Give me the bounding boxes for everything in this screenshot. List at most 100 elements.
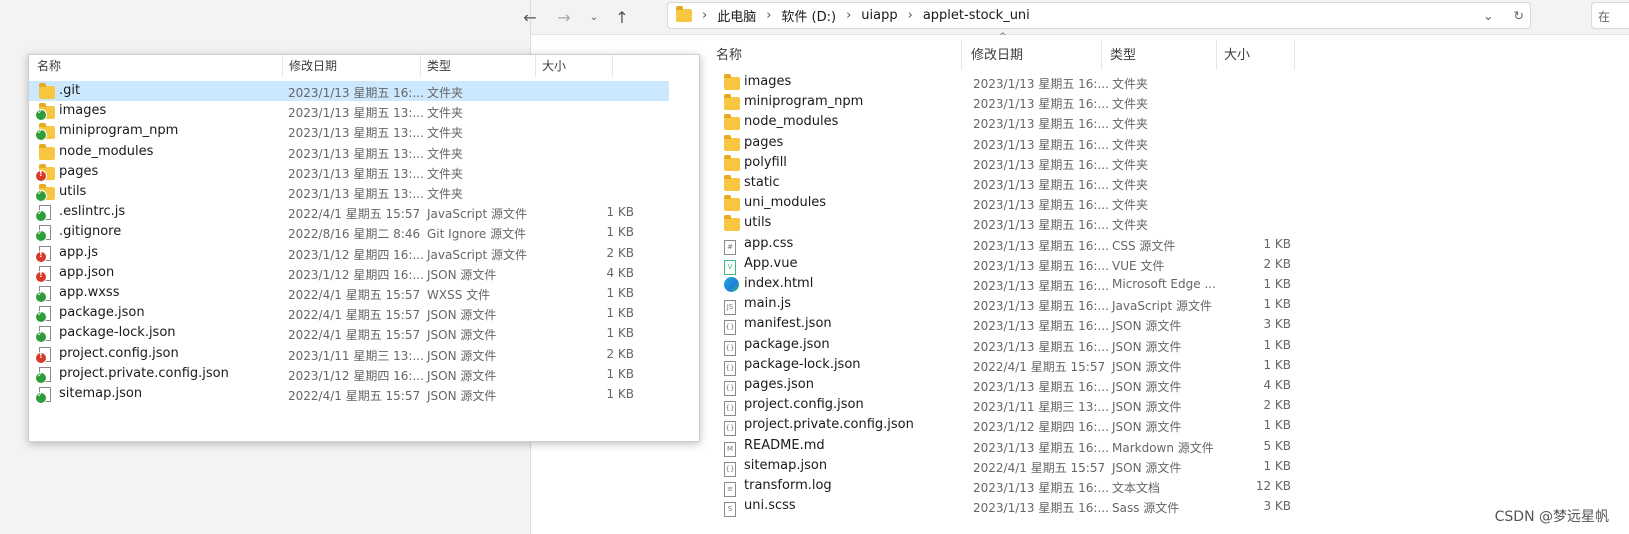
column-divider[interactable] <box>612 55 613 77</box>
column-header-date[interactable]: 修改日期 <box>289 57 337 74</box>
file-row[interactable]: .git 2023/1/13 星期五 16:... 文件夹 <box>29 81 669 101</box>
column-header-name[interactable]: 名称 <box>37 57 61 74</box>
file-name: sitemap.json <box>59 386 143 401</box>
file-row[interactable]: V App.vue 2023/1/13 星期五 16:... VUE 文件 2 KB <box>691 254 1291 275</box>
column-header-date[interactable]: 修改日期 <box>971 44 1023 63</box>
column-header-type[interactable]: 类型 <box>427 57 451 74</box>
up-arrow-icon[interactable]: ↑ <box>609 4 635 30</box>
file-row[interactable]: JS main.js 2023/1/13 星期五 16:... JavaScript … <box>691 294 1291 316</box>
file-row[interactable]: {} package-lock.json 2022/4/1 星期五 15:57 JSO… <box>691 355 1291 376</box>
file-row[interactable]: .eslintrc.js 2022/4/1 星期五 15:57 JavaScript… <box>29 202 669 223</box>
refresh-icon[interactable]: ↻ <box>1514 8 1524 23</box>
file-row[interactable]: polyfill 2023/1/13 星期五 16:... 文件夹 <box>691 153 1291 173</box>
address-bar[interactable]: › 此电脑 › 软件 (D:) › uiapp › applet-stock_u… <box>667 2 1531 29</box>
file-row[interactable]: {} sitemap.json 2022/4/1 星期五 15:57 JSON 源文件… <box>691 456 1291 477</box>
file-name: App.vue <box>744 255 798 271</box>
file-row[interactable]: images 2023/1/13 星期五 16:... 文件夹 <box>691 72 1291 92</box>
file-date: 2022/4/1 星期五 15:57 <box>288 207 421 222</box>
column-divider[interactable] <box>1294 40 1295 70</box>
file-row[interactable]: app.wxss 2022/4/1 星期五 15:57 WXSS 文件 1 KB <box>29 283 669 303</box>
file-row[interactable]: {} project.config.json 2023/1/11 星期三 13:..… <box>691 395 1291 417</box>
file-size: 4 KB <box>1263 378 1291 392</box>
file-row[interactable]: static 2023/1/13 星期五 16:... 文件夹 <box>691 173 1291 193</box>
file-row[interactable]: .gitignore 2022/8/16 星期二 8:46 Git Ignore 源… <box>29 222 669 243</box>
file-name: package.json <box>744 336 830 352</box>
file-row[interactable]: utils 2023/1/13 星期五 13:...文件夹 <box>29 182 669 202</box>
file-type: 文件夹 <box>427 106 464 121</box>
file-row[interactable]: # app.css 2023/1/13 星期五 16:... CSS 源文件 1 KB <box>691 234 1291 255</box>
file-type: JavaScript 源文件 <box>1112 299 1212 314</box>
folder-icon <box>724 195 740 212</box>
folder-icon <box>724 114 740 131</box>
breadcrumb-item[interactable]: 软件 (D:) <box>777 3 840 28</box>
column-header-size[interactable]: 大小 <box>542 57 566 74</box>
column-divider[interactable] <box>961 40 962 70</box>
column-header-name[interactable]: 名称 <box>716 44 742 63</box>
file-row[interactable]: miniprogram_npm 2023/1/13 星期五 13:...文件夹 <box>29 121 669 142</box>
file-name: node_modules <box>59 143 154 159</box>
address-dropdown-chevron-icon[interactable]: ⌄ <box>1483 8 1493 23</box>
breadcrumb-separator-icon[interactable]: › <box>902 8 919 23</box>
file-row[interactable]: package.json 2022/4/1 星期五 15:57 JSON 源文件 1 … <box>29 303 669 324</box>
breadcrumb-separator-icon[interactable]: › <box>760 8 777 23</box>
column-divider[interactable] <box>420 55 421 77</box>
breadcrumb-item[interactable]: uiapp <box>857 3 901 28</box>
file-size: 1 KB <box>606 306 634 321</box>
file-type: 文件夹 <box>427 166 464 181</box>
file-date: 2023/1/12 星期四 16:... <box>288 368 424 383</box>
file-name: .gitignore <box>59 224 122 240</box>
file-name: polyfill <box>744 154 787 170</box>
file-type: Git Ignore 源文件 <box>427 227 527 242</box>
file-row[interactable]: Suni.scss 2023/1/13 星期五 16:... Sass 源文件 3 K… <box>691 496 1291 518</box>
json-file-icon: {} <box>724 378 736 396</box>
breadcrumb-separator-icon[interactable]: › <box>696 8 713 23</box>
file-row[interactable]: {} package.json 2023/1/13 星期五 16:... JSON 源… <box>691 335 1291 356</box>
search-box[interactable]: 在 <box>1591 2 1629 29</box>
git-status-ok-icon <box>35 370 47 384</box>
file-row[interactable]: images 2023/1/13 星期五 13:...文件夹 <box>29 101 669 122</box>
file-date: 2023/1/13 星期五 16:... <box>973 198 1109 213</box>
file-row[interactable]: ≡ transform.log 2023/1/13 星期五 16:... 文本文档 12… <box>691 476 1291 497</box>
file-row[interactable]: {} project.private.config.json 2023/1/12 星… <box>691 415 1291 437</box>
column-divider[interactable] <box>1216 40 1217 70</box>
file-row[interactable]: pages 2023/1/13 星期五 13:...文件夹 <box>29 162 669 182</box>
file-date: 2023/1/13 星期五 16:... <box>973 380 1109 394</box>
file-name: package-lock.json <box>59 325 176 341</box>
back-arrow-icon[interactable]: ← <box>517 4 543 30</box>
file-date: 2023/1/13 星期五 16:... <box>973 178 1109 192</box>
file-row[interactable]: index.html 2023/1/13 星期五 16:... Microsoft … <box>691 274 1291 294</box>
column-divider[interactable] <box>535 55 536 77</box>
file-row[interactable]: node_modules 2023/1/13 星期五 16:... 文件夹 <box>691 112 1291 132</box>
file-row[interactable]: utils 2023/1/13 星期五 16:... 文件夹 <box>691 213 1291 233</box>
css-file-icon: # <box>724 237 736 255</box>
file-row[interactable]: M README.md 2023/1/13 星期五 16:... Markdown 源… <box>691 436 1291 457</box>
recent-locations-chevron-icon[interactable]: ⌄ <box>581 4 607 30</box>
file-row[interactable]: package-lock.json 2022/4/1 星期五 15:57 JSON … <box>29 323 669 344</box>
column-header-size[interactable]: 大小 <box>1224 44 1250 63</box>
file-row[interactable]: sitemap.json 2022/4/1 星期五 15:57 JSON 源文件 1 … <box>29 384 669 404</box>
breadcrumb-item[interactable]: applet-stock_uni <box>919 3 1034 28</box>
breadcrumb-separator-icon[interactable]: › <box>840 8 857 23</box>
file-row[interactable]: project.config.json 2023/1/11 星期三 13:...J… <box>29 344 669 364</box>
file-row[interactable]: {} pages.json 2023/1/13 星期五 16:... JSON 源文件… <box>691 375 1291 396</box>
forward-arrow-icon[interactable]: → <box>551 4 577 30</box>
file-icon <box>35 205 55 223</box>
file-row[interactable]: app.json 2023/1/12 星期四 16:...JSON 源文件 4 KB <box>29 263 669 283</box>
file-row[interactable]: node_modules 2023/1/13 星期五 13:... 文件夹 <box>29 142 669 162</box>
column-header-type[interactable]: 类型 <box>1110 44 1136 63</box>
folder-icon <box>39 143 55 160</box>
file-name: miniprogram_npm <box>59 123 179 139</box>
file-row[interactable]: project.private.config.json 2023/1/12 星期四… <box>29 364 669 384</box>
file-row[interactable]: uni_modules 2023/1/13 星期五 16:... 文件夹 <box>691 193 1291 213</box>
breadcrumb-item[interactable]: 此电脑 <box>713 3 760 28</box>
json-file-icon: {} <box>724 338 736 356</box>
file-name: uni_modules <box>744 195 827 211</box>
file-row[interactable]: pages 2023/1/13 星期五 16:... 文件夹 <box>691 133 1291 153</box>
file-type: Microsoft Edge ... <box>1112 277 1216 291</box>
file-row[interactable]: {} manifest.json 2023/1/13 星期五 16:... JSON … <box>691 314 1291 336</box>
file-size: 2 KB <box>1263 256 1291 271</box>
file-row[interactable]: miniprogram_npm 2023/1/13 星期五 16:... 文件夹 <box>691 92 1291 112</box>
column-divider[interactable] <box>282 55 283 77</box>
file-row[interactable]: app.js 2023/1/12 星期四 16:...JavaScript 源文件… <box>29 243 669 263</box>
column-divider[interactable] <box>1101 40 1102 70</box>
